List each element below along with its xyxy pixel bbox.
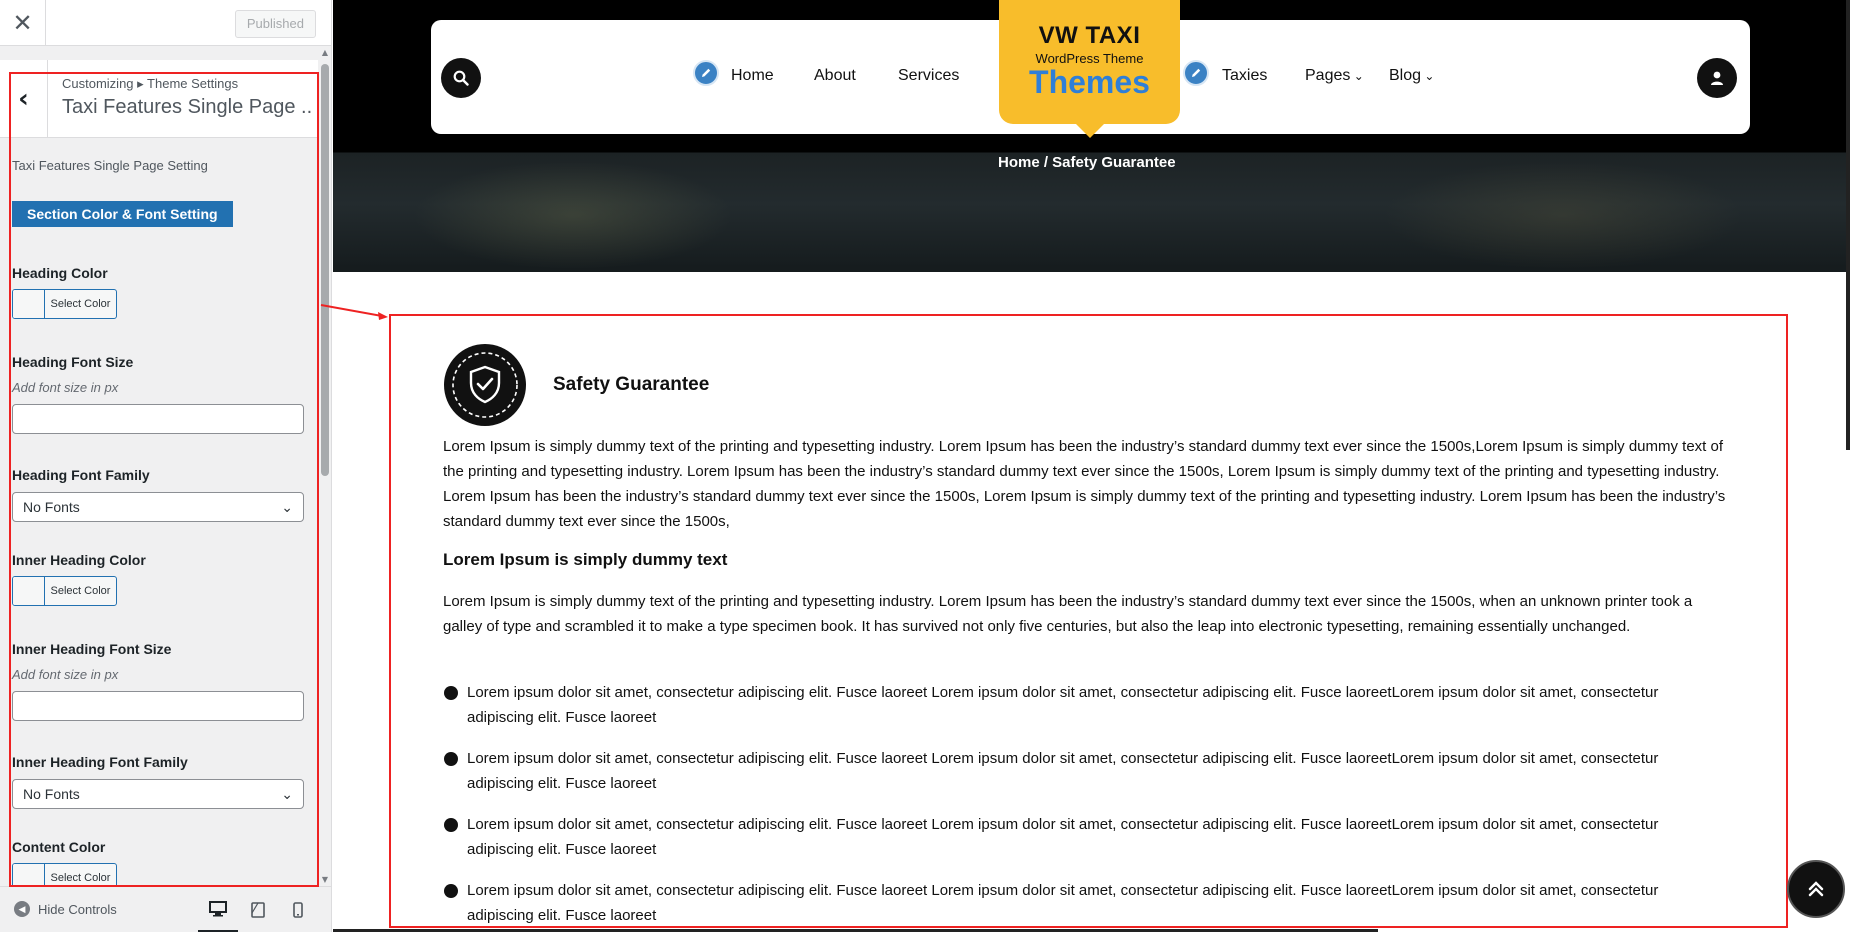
feature-subheading: Lorem Ipsum is simply dummy text	[443, 550, 728, 569]
pencil-icon[interactable]	[693, 60, 719, 86]
device-switcher	[198, 887, 318, 932]
heading-color-picker[interactable]: Select Color	[12, 289, 117, 319]
desktop-icon[interactable]	[198, 887, 238, 932]
scroll-up-icon[interactable]: ▲	[319, 48, 331, 57]
inner-heading-font-size-label: Inner Heading Font Size	[12, 641, 172, 657]
pencil-icon[interactable]	[1183, 60, 1209, 86]
bullet-dot	[444, 818, 458, 832]
site-logo[interactable]: VW TAXI WordPress Theme Themes	[999, 0, 1180, 124]
feature-body: Lorem Ipsum is simply dummy text of the …	[443, 593, 1693, 635]
bullet-dot	[444, 686, 458, 700]
customizer-window: ✕ Published ‹ Customizing ▸ Theme Settin…	[0, 0, 1850, 932]
nav-about[interactable]: About	[814, 67, 856, 85]
chevron-down-icon: ⌄	[281, 785, 293, 802]
bullet-dot	[444, 752, 458, 766]
back-arrow-icon[interactable]: ‹	[0, 60, 48, 138]
inner-heading-color-control: Inner Heading Color Select Color	[12, 552, 308, 606]
chevron-down-icon: ⌄	[281, 498, 293, 515]
inner-heading-font-size-control: Inner Heading Font Size Add font size in…	[12, 641, 308, 721]
published-button[interactable]: Published	[234, 10, 316, 38]
list-item: Lorem ipsum dolor sit amet, consectetur …	[443, 878, 1728, 928]
list-item: Lorem ipsum dolor sit amet, consectetur …	[443, 746, 1728, 796]
content-color-control: Content Color Select Color	[12, 839, 308, 893]
nav-blog-label: Blog	[1389, 67, 1422, 84]
nav-home[interactable]: Home	[731, 67, 774, 85]
color-swatch	[13, 577, 45, 605]
select-color-label: Select Color	[50, 298, 111, 310]
logo-pointer	[1070, 118, 1110, 138]
select-value: No Fonts	[23, 786, 80, 802]
scroll-to-top-button[interactable]	[1787, 860, 1845, 918]
nav-pages[interactable]: Pages ⌄	[1305, 67, 1364, 85]
heading-font-family-label: Heading Font Family	[12, 467, 150, 483]
chevron-down-icon: ⌄	[1421, 69, 1435, 83]
page-breadcrumb: Home / Safety Guarantee	[998, 154, 1176, 171]
sidebar-topbar: ✕ Published	[0, 0, 331, 46]
inner-heading-color-picker[interactable]: Select Color	[12, 576, 117, 606]
mobile-icon[interactable]	[278, 887, 318, 932]
chevron-down-icon: ⌄	[1350, 69, 1364, 83]
hero-image-detail	[413, 160, 733, 270]
user-icon[interactable]	[1697, 58, 1737, 98]
color-swatch	[13, 290, 45, 318]
logo-title: VW TAXI	[1038, 22, 1141, 49]
arrow-up-icon	[1808, 881, 1824, 897]
arrow-left-circle-icon: ◀	[14, 901, 30, 917]
bullet-dot	[444, 884, 458, 898]
section-header: ‹ Customizing ▸ Theme Settings Taxi Feat…	[0, 60, 318, 138]
breadcrumb: Customizing ▸ Theme Settings	[62, 76, 239, 91]
list-item: Lorem ipsum dolor sit amet, consectetur …	[443, 812, 1728, 862]
heading-font-family-select[interactable]: No Fonts ⌄	[12, 492, 304, 522]
content-color-label: Content Color	[12, 839, 106, 855]
heading-color-label: Heading Color	[12, 265, 108, 281]
nav-blog[interactable]: Blog ⌄	[1389, 67, 1434, 85]
inner-heading-color-label: Inner Heading Color	[12, 552, 146, 568]
nav-pages-label: Pages	[1305, 67, 1351, 84]
hero-image-detail	[1383, 160, 1743, 270]
inner-heading-font-size-help: Add font size in px	[12, 667, 119, 682]
nav-taxies[interactable]: Taxies	[1222, 67, 1267, 85]
heading-font-size-help: Add font size in px	[12, 380, 119, 395]
scroll-down-icon[interactable]: ▼	[319, 875, 331, 884]
list-item-text: Lorem ipsum dolor sit amet, consectetur …	[467, 684, 1659, 726]
inner-heading-font-size-input[interactable]	[12, 691, 304, 721]
preview-scrollbar[interactable]	[1846, 0, 1850, 450]
section-title: Taxi Features Single Page ...	[62, 96, 312, 118]
controls-panel: Taxi Features Single Page Setting Sectio…	[12, 150, 308, 893]
list-item-text: Lorem ipsum dolor sit amet, consectetur …	[467, 816, 1659, 858]
shield-check-icon	[444, 344, 526, 426]
inner-heading-font-family-control: Inner Heading Font Family No Fonts ⌄	[12, 754, 308, 809]
heading-font-family-control: Heading Font Family No Fonts ⌄	[12, 467, 308, 522]
site-preview: Home About Services Taxies Pages ⌄ Blog …	[333, 0, 1850, 932]
nav-services[interactable]: Services	[898, 67, 959, 85]
inner-heading-font-family-select[interactable]: No Fonts ⌄	[12, 779, 304, 809]
sidebar-footer: ◀ Hide Controls	[0, 886, 331, 932]
heading-font-size-input[interactable]	[12, 404, 304, 434]
hide-controls-button[interactable]: ◀ Hide Controls	[14, 901, 117, 917]
select-color-label: Select Color	[50, 585, 111, 597]
heading-font-size-label: Heading Font Size	[12, 354, 134, 370]
sidebar-scrollbar[interactable]: ▲ ▼	[319, 48, 331, 884]
feature-bullet-list: Lorem ipsum dolor sit amet, consectetur …	[443, 680, 1728, 932]
heading-font-size-control: Heading Font Size Add font size in px	[12, 354, 308, 434]
logo-brand: Themes	[1029, 64, 1150, 100]
inner-heading-font-family-label: Inner Heading Font Family	[12, 754, 188, 770]
hide-controls-label: Hide Controls	[38, 901, 117, 917]
customizer-sidebar: ✕ Published ‹ Customizing ▸ Theme Settin…	[0, 0, 332, 932]
select-value: No Fonts	[23, 499, 80, 515]
tablet-icon[interactable]	[238, 887, 278, 932]
feature-title: Safety Guarantee	[553, 374, 710, 395]
list-item-text: Lorem ipsum dolor sit amet, consectetur …	[467, 882, 1659, 924]
scrollbar-thumb[interactable]	[321, 64, 329, 476]
heading-color-control: Heading Color Select Color	[12, 265, 308, 319]
section-color-font-button[interactable]: Section Color & Font Setting	[12, 201, 233, 227]
section-description: Taxi Features Single Page Setting	[12, 158, 208, 173]
close-icon[interactable]: ✕	[0, 0, 46, 46]
search-icon[interactable]	[441, 58, 481, 98]
list-item-text: Lorem ipsum dolor sit amet, consectetur …	[467, 750, 1659, 792]
feature-intro: Lorem Ipsum is simply dummy text of the …	[443, 438, 1726, 530]
list-item: Lorem ipsum dolor sit amet, consectetur …	[443, 680, 1728, 730]
